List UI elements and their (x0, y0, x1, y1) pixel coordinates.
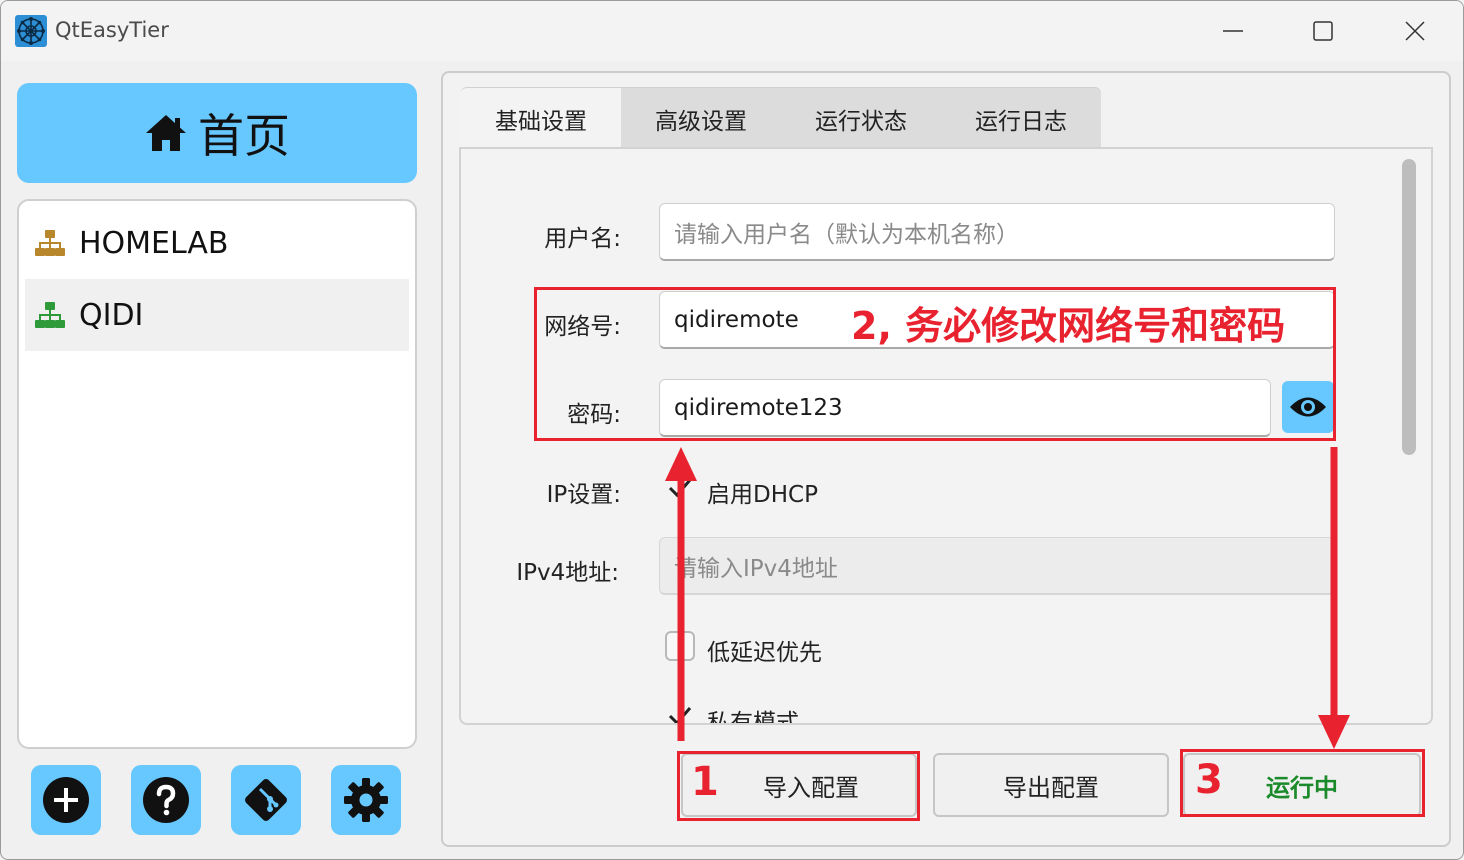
username-label: 用户名: (544, 226, 621, 252)
network-item-homelab[interactable]: HOMELAB (25, 207, 409, 279)
close-icon (1405, 21, 1425, 41)
tab-bar: 基础设置 高级设置 运行状态 运行日志 (461, 87, 1101, 149)
tab-advanced-settings[interactable]: 高级设置 (621, 87, 781, 149)
low-latency-checkbox[interactable] (665, 631, 695, 661)
plus-icon (43, 777, 89, 823)
network-list: HOMELAB QIDI (17, 199, 417, 749)
add-network-button[interactable] (31, 765, 101, 835)
sitemap-icon (35, 230, 65, 256)
title-bar: QtEasyTier (1, 1, 1463, 61)
annotation-step-3: 3 (1195, 757, 1223, 803)
maximize-button[interactable] (1277, 1, 1369, 61)
home-icon (146, 115, 186, 151)
app-window: QtEasyTier 首页 HOMELAB QIDI 基础设置 高级设置 运行状… (0, 0, 1464, 860)
tab-basic-settings[interactable]: 基础设置 (461, 87, 621, 149)
username-input[interactable]: 请输入用户名（默认为本机名称） (659, 203, 1335, 261)
ipv4-input[interactable]: 请输入IPv4地址 (659, 537, 1335, 595)
network-item-label: HOMELAB (79, 225, 229, 261)
export-config-button[interactable]: 导出配置 (933, 753, 1169, 817)
minimize-icon (1223, 30, 1243, 32)
export-config-label: 导出配置 (1003, 773, 1099, 802)
private-mode-label: 私有模式 (707, 710, 799, 723)
network-item-label: QIDI (79, 297, 144, 333)
git-icon (245, 779, 287, 821)
dhcp-checkbox[interactable] (665, 473, 695, 503)
ip-settings-label: IP设置: (546, 482, 621, 508)
tab-run-status[interactable]: 运行状态 (781, 87, 941, 149)
annotation-step-1: 1 (691, 759, 719, 805)
annotation-step-2: 2, 务必修改网络号和密码 (851, 304, 1286, 348)
home-button[interactable]: 首页 (17, 83, 417, 183)
help-button[interactable] (131, 765, 201, 835)
form-scrollbar-thumb[interactable] (1402, 159, 1416, 455)
git-button[interactable] (231, 765, 301, 835)
dhcp-label: 启用DHCP (707, 482, 818, 508)
window-title: QtEasyTier (55, 18, 169, 42)
ipv4-label: IPv4地址: (516, 560, 619, 586)
close-button[interactable] (1369, 1, 1461, 61)
settings-button[interactable] (331, 765, 401, 835)
help-icon (143, 777, 189, 823)
low-latency-label: 低延迟优先 (707, 640, 822, 666)
sitemap-icon (35, 302, 65, 328)
home-label: 首页 (198, 109, 290, 163)
minimize-button[interactable] (1187, 1, 1279, 61)
tab-run-log[interactable]: 运行日志 (941, 87, 1101, 149)
maximize-icon (1313, 21, 1333, 41)
network-item-qidi[interactable]: QIDI (25, 279, 409, 351)
app-logo-icon (15, 15, 47, 47)
private-mode-checkbox[interactable] (665, 701, 695, 723)
gear-icon (344, 778, 388, 822)
private-mode-row: 私有模式 (661, 691, 961, 723)
